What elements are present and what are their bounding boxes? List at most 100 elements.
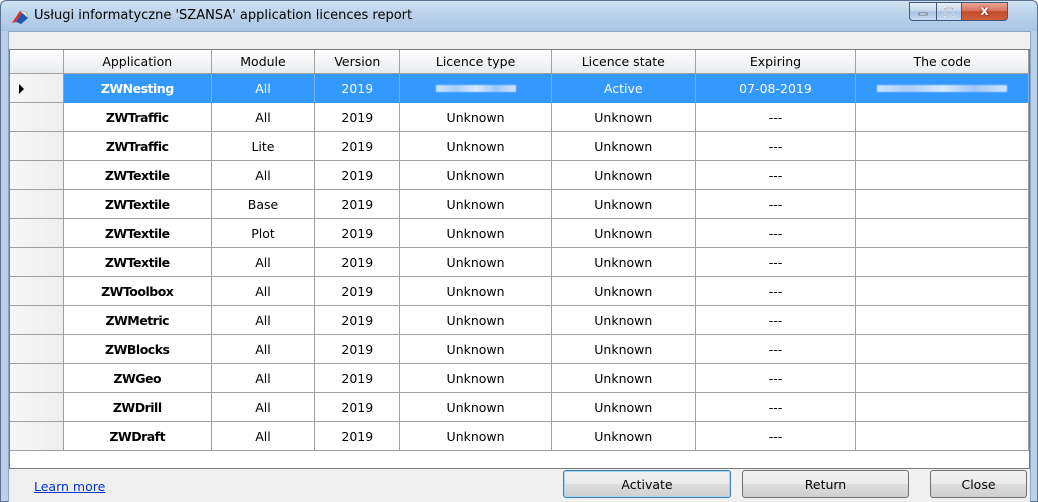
- cell-code[interactable]: [856, 161, 1029, 190]
- cell-code[interactable]: [856, 306, 1029, 335]
- cell-application[interactable]: ZWMetric: [63, 306, 212, 335]
- cell-application[interactable]: ZWDrill: [63, 393, 212, 422]
- row-header[interactable]: [10, 74, 64, 103]
- cell-code[interactable]: [856, 74, 1029, 103]
- cell-application[interactable]: ZWTraffic: [63, 103, 212, 132]
- cell-expiring[interactable]: ---: [695, 306, 857, 335]
- table-row[interactable]: ZWTextile Base 2019 Unknown Unknown ---: [10, 190, 1029, 219]
- cell-expiring[interactable]: ---: [695, 190, 857, 219]
- cell-licence-state[interactable]: Unknown: [551, 277, 696, 306]
- cell-expiring[interactable]: ---: [695, 132, 857, 161]
- column-header-licence-type[interactable]: Licence type: [400, 50, 552, 74]
- cell-application[interactable]: ZWTraffic: [63, 132, 212, 161]
- cell-module[interactable]: All: [211, 393, 316, 422]
- column-header-the-code[interactable]: The code: [856, 50, 1029, 74]
- column-header-application[interactable]: Application: [63, 50, 212, 74]
- table-row[interactable]: ZWTextile Plot 2019 Unknown Unknown ---: [10, 219, 1029, 248]
- cell-version[interactable]: 2019: [315, 161, 401, 190]
- cell-licence-type[interactable]: Unknown: [400, 422, 552, 451]
- cell-code[interactable]: [856, 277, 1029, 306]
- cell-module[interactable]: All: [211, 103, 316, 132]
- cell-licence-state[interactable]: Unknown: [551, 422, 696, 451]
- cell-application[interactable]: ZWTextile: [63, 190, 212, 219]
- row-header[interactable]: [10, 335, 64, 364]
- cell-code[interactable]: [856, 103, 1029, 132]
- cell-application[interactable]: ZWNesting: [63, 74, 212, 103]
- cell-module[interactable]: All: [211, 248, 316, 277]
- cell-licence-state[interactable]: Unknown: [551, 335, 696, 364]
- cell-version[interactable]: 2019: [315, 364, 401, 393]
- return-button[interactable]: Return: [742, 470, 909, 498]
- cell-code[interactable]: [856, 219, 1029, 248]
- column-header-licence-state[interactable]: Licence state: [551, 50, 696, 74]
- cell-application[interactable]: ZWToolbox: [63, 277, 212, 306]
- cell-application[interactable]: ZWDraft: [63, 422, 212, 451]
- cell-application[interactable]: ZWGeo: [63, 364, 212, 393]
- row-header[interactable]: [10, 422, 64, 451]
- table-row[interactable]: ZWNesting All 2019 Active 07-08-2019: [10, 74, 1029, 103]
- cell-expiring[interactable]: ---: [695, 422, 857, 451]
- minimize-button[interactable]: [909, 2, 936, 21]
- table-row[interactable]: ZWDraft All 2019 Unknown Unknown ---: [10, 422, 1029, 451]
- cell-licence-type[interactable]: [400, 74, 552, 103]
- cell-module[interactable]: All: [211, 277, 316, 306]
- column-header-version[interactable]: Version: [315, 50, 401, 74]
- cell-expiring[interactable]: ---: [695, 393, 857, 422]
- cell-application[interactable]: ZWTextile: [63, 219, 212, 248]
- cell-licence-type[interactable]: Unknown: [400, 393, 552, 422]
- column-header-expiring[interactable]: Expiring: [695, 50, 857, 74]
- cell-licence-type[interactable]: Unknown: [400, 161, 552, 190]
- table-row[interactable]: ZWTraffic All 2019 Unknown Unknown ---: [10, 103, 1029, 132]
- cell-version[interactable]: 2019: [315, 422, 401, 451]
- cell-licence-state[interactable]: Unknown: [551, 103, 696, 132]
- cell-licence-type[interactable]: Unknown: [400, 248, 552, 277]
- table-row[interactable]: ZWTextile All 2019 Unknown Unknown ---: [10, 248, 1029, 277]
- cell-licence-state[interactable]: Unknown: [551, 248, 696, 277]
- cell-licence-state[interactable]: Unknown: [551, 364, 696, 393]
- column-header-module[interactable]: Module: [211, 50, 316, 74]
- cell-version[interactable]: 2019: [315, 190, 401, 219]
- table-row[interactable]: ZWGeo All 2019 Unknown Unknown ---: [10, 364, 1029, 393]
- close-window-button[interactable]: x: [962, 2, 1008, 21]
- cell-application[interactable]: ZWTextile: [63, 248, 212, 277]
- cell-code[interactable]: [856, 364, 1029, 393]
- cell-application[interactable]: ZWBlocks: [63, 335, 212, 364]
- cell-licence-state[interactable]: Unknown: [551, 190, 696, 219]
- cell-expiring[interactable]: 07-08-2019: [695, 74, 857, 103]
- row-header-corner[interactable]: [10, 50, 64, 74]
- cell-licence-state[interactable]: Unknown: [551, 393, 696, 422]
- row-header[interactable]: [10, 306, 64, 335]
- cell-expiring[interactable]: ---: [695, 364, 857, 393]
- cell-expiring[interactable]: ---: [695, 103, 857, 132]
- cell-module[interactable]: All: [211, 422, 316, 451]
- cell-version[interactable]: 2019: [315, 74, 401, 103]
- row-header[interactable]: [10, 219, 64, 248]
- cell-expiring[interactable]: ---: [695, 248, 857, 277]
- cell-application[interactable]: ZWTextile: [63, 161, 212, 190]
- cell-expiring[interactable]: ---: [695, 219, 857, 248]
- maximize-button[interactable]: [936, 2, 962, 21]
- cell-licence-state[interactable]: Active: [551, 74, 696, 103]
- cell-version[interactable]: 2019: [315, 335, 401, 364]
- cell-module[interactable]: Base: [211, 190, 316, 219]
- cell-version[interactable]: 2019: [315, 248, 401, 277]
- cell-module[interactable]: Plot: [211, 219, 316, 248]
- table-row[interactable]: ZWTextile All 2019 Unknown Unknown ---: [10, 161, 1029, 190]
- close-button[interactable]: Close: [930, 470, 1027, 498]
- row-header[interactable]: [10, 248, 64, 277]
- cell-licence-state[interactable]: Unknown: [551, 132, 696, 161]
- cell-expiring[interactable]: ---: [695, 161, 857, 190]
- cell-code[interactable]: [856, 422, 1029, 451]
- cell-code[interactable]: [856, 335, 1029, 364]
- cell-version[interactable]: 2019: [315, 393, 401, 422]
- cell-licence-type[interactable]: Unknown: [400, 364, 552, 393]
- cell-version[interactable]: 2019: [315, 103, 401, 132]
- row-header[interactable]: [10, 277, 64, 306]
- cell-module[interactable]: All: [211, 74, 316, 103]
- row-header[interactable]: [10, 132, 64, 161]
- cell-version[interactable]: 2019: [315, 132, 401, 161]
- cell-module[interactable]: Lite: [211, 132, 316, 161]
- cell-version[interactable]: 2019: [315, 219, 401, 248]
- cell-licence-state[interactable]: Unknown: [551, 219, 696, 248]
- cell-version[interactable]: 2019: [315, 306, 401, 335]
